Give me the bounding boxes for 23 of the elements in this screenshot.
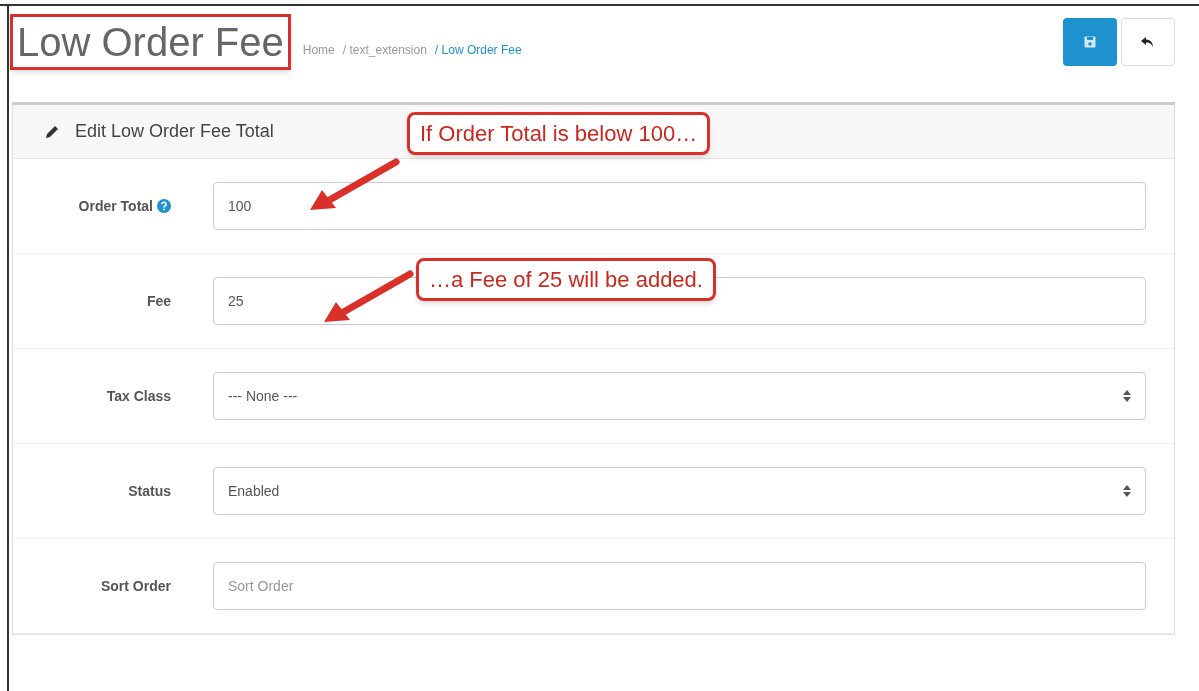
select-field[interactable]: --- None --- — [213, 372, 1146, 420]
input-field[interactable]: 100 — [213, 182, 1146, 230]
callout: If Order Total is below 100… — [407, 112, 711, 155]
save-button[interactable] — [1063, 18, 1117, 66]
pencil-icon — [45, 124, 59, 139]
select-field[interactable]: Enabled — [213, 467, 1146, 515]
updown-icon — [1123, 390, 1131, 402]
field-label: Tax Class — [106, 386, 171, 406]
arrow-icon — [308, 158, 400, 212]
input-field[interactable]: Sort Order — [213, 562, 1146, 610]
page-title: Low Order Fee — [10, 14, 291, 70]
breadcrumb-link[interactable]: / Low Order Fee — [434, 41, 522, 59]
updown-icon — [1123, 485, 1131, 497]
help-icon[interactable] — [157, 199, 171, 213]
field-label: Sort Order — [101, 576, 171, 596]
field-label: Order Total — [78, 196, 153, 216]
reply-icon — [1141, 35, 1155, 49]
callout: …a Fee of 25 will be added. — [416, 258, 716, 301]
panel-title: Edit Low Order Fee Total — [75, 120, 274, 143]
field-label: Status — [128, 481, 171, 501]
field-label: Fee — [146, 291, 171, 311]
arrow-icon — [322, 270, 414, 324]
save-icon — [1084, 36, 1096, 48]
